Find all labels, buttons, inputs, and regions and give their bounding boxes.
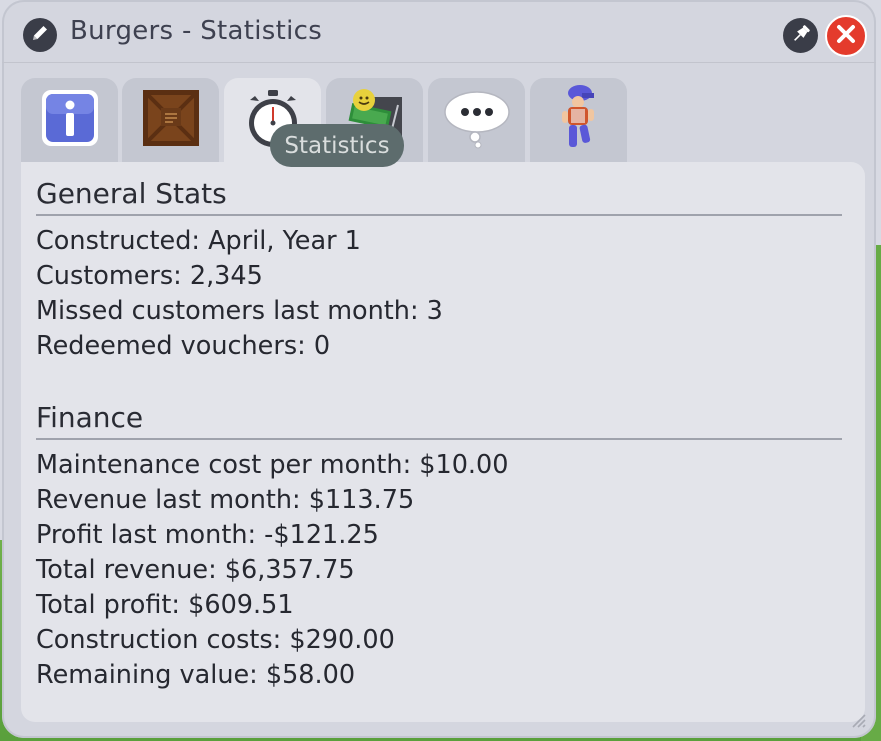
section-divider xyxy=(36,438,842,440)
stat-redeemed-vouchers: Redeemed vouchers: 0 xyxy=(36,331,331,361)
resize-handle[interactable] xyxy=(848,710,866,728)
stat-customers: Customers: 2,345 xyxy=(36,261,263,291)
stat-revenue-last-month: Revenue last month: $113.75 xyxy=(36,485,415,515)
info-icon xyxy=(40,88,100,152)
finance-heading: Finance xyxy=(36,401,144,434)
stat-maintenance-cost: Maintenance cost per month: $10.00 xyxy=(36,450,509,480)
stat-missed-customers: Missed customers last month: 3 xyxy=(36,296,443,326)
general-stats-heading: General Stats xyxy=(36,177,227,210)
stat-total-profit: Total profit: $609.51 xyxy=(36,590,294,620)
stat-remaining-value: Remaining value: $58.00 xyxy=(36,660,356,690)
tab-staff[interactable] xyxy=(530,78,627,162)
pin-icon xyxy=(790,23,812,49)
section-divider xyxy=(36,214,842,216)
tab-inventory[interactable] xyxy=(122,78,219,162)
crate-icon xyxy=(141,88,201,152)
resize-grip-icon xyxy=(852,714,866,728)
stat-constructed: Constructed: April, Year 1 xyxy=(36,226,361,256)
window-title: Burgers - Statistics xyxy=(70,16,323,46)
staff-icon xyxy=(554,83,604,157)
tab-tooltip: Statistics xyxy=(270,124,404,167)
stat-construction-costs: Construction costs: $290.00 xyxy=(36,625,395,655)
stat-profit-last-month: Profit last month: -$121.25 xyxy=(36,520,379,550)
rename-button[interactable] xyxy=(23,18,57,52)
statistics-window: Burgers - Statistics Statistics General … xyxy=(2,0,876,738)
speech-bubble-icon xyxy=(442,87,512,153)
title-bar[interactable]: Burgers - Statistics xyxy=(2,0,876,63)
pencil-icon xyxy=(30,23,50,47)
tab-thoughts[interactable] xyxy=(428,78,525,162)
close-icon xyxy=(835,23,857,49)
pin-button[interactable] xyxy=(783,18,818,53)
close-button[interactable] xyxy=(825,15,867,57)
stat-total-revenue: Total revenue: $6,357.75 xyxy=(36,555,355,585)
statistics-panel: General Stats Constructed: April, Year 1… xyxy=(21,162,865,722)
tab-info[interactable] xyxy=(21,78,118,162)
